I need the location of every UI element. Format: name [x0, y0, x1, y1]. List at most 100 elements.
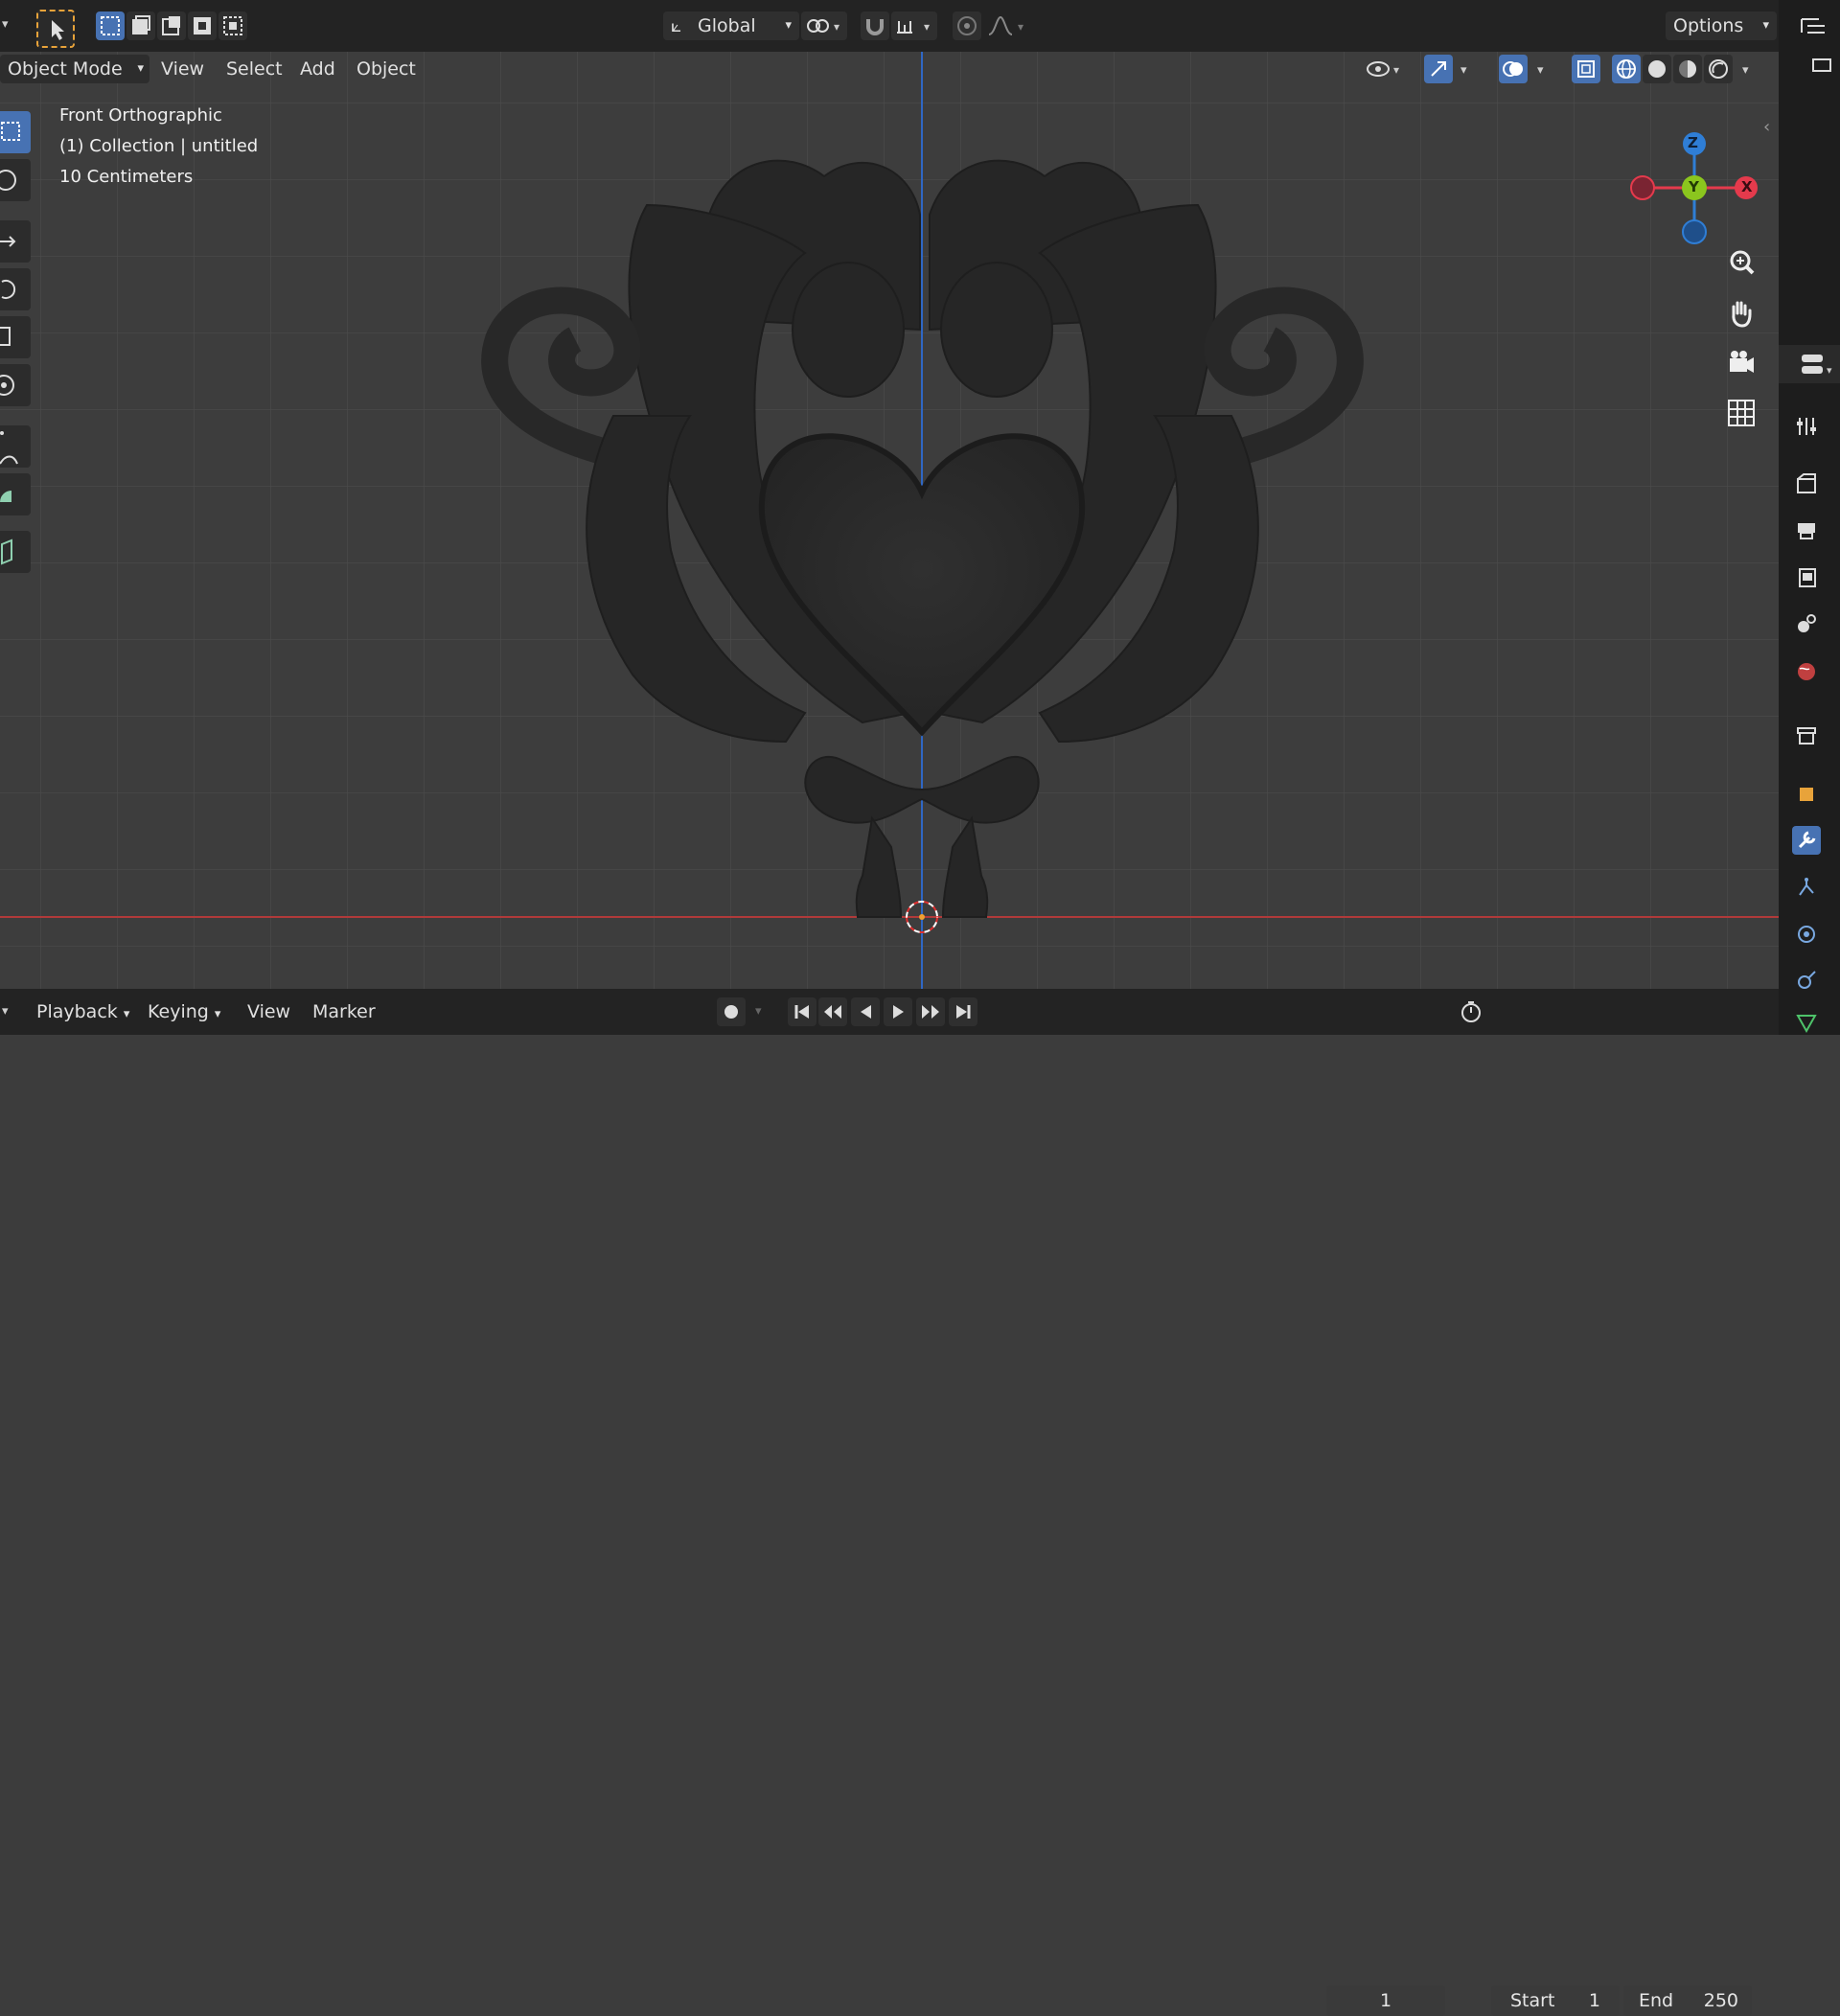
marker-menu[interactable]: Marker [305, 997, 383, 1026]
play-reverse-icon[interactable] [851, 997, 880, 1026]
jump-prev-keyframe-icon[interactable] [818, 997, 847, 1026]
timeline-view-menu[interactable]: View [240, 997, 298, 1026]
3d-viewport[interactable]: Front Orthographic (1) Collection | unti… [0, 52, 1779, 989]
grid-icon[interactable] [1723, 395, 1760, 431]
current-frame-field[interactable]: 1 [1326, 1985, 1445, 2016]
object-tab-icon[interactable] [1792, 780, 1821, 809]
editor-type-chevron-icon[interactable]: ▾ [2, 17, 9, 32]
playback-label: Playback [36, 1001, 118, 1022]
jump-end-icon[interactable] [949, 997, 978, 1026]
proportional-edit-icon[interactable] [953, 11, 981, 40]
jump-start-icon[interactable] [788, 997, 816, 1026]
cursor-select-icon[interactable] [36, 10, 75, 48]
chevron-down-icon[interactable]: ▾ [1742, 63, 1749, 78]
record-keyframe-icon[interactable] [717, 997, 746, 1026]
wireframe-shading-icon[interactable] [1612, 55, 1641, 83]
select-intersect-icon[interactable] [218, 11, 247, 40]
start-frame-field[interactable]: Start 1 [1491, 1985, 1620, 2016]
gizmo-x-label: X [1741, 178, 1753, 195]
scale-tool-icon[interactable] [0, 316, 31, 358]
end-frame-field[interactable]: End 250 [1623, 1985, 1752, 2016]
view-name-label: Front Orthographic [59, 105, 222, 126]
keying-menu[interactable]: Keying ▾ [140, 997, 228, 1026]
physics-tab-icon[interactable] [1792, 920, 1821, 949]
playback-menu[interactable]: Playback ▾ [29, 997, 137, 1026]
select-menu[interactable]: Select [218, 55, 290, 83]
svg-text:▾: ▾ [1393, 63, 1399, 77]
jump-next-keyframe-icon[interactable] [916, 997, 945, 1026]
falloff-curve-icon[interactable]: ▾ [985, 11, 1031, 40]
svg-text:▾: ▾ [1018, 20, 1024, 34]
zoom-icon[interactable] [1723, 245, 1760, 282]
solid-shading-icon[interactable] [1643, 55, 1671, 83]
output-tab-icon[interactable] [1792, 515, 1821, 544]
neg-z-axis-bubble [1682, 219, 1707, 244]
measure-tool-icon[interactable] [0, 473, 31, 515]
neg-x-axis-bubble [1630, 175, 1655, 200]
xray-toggle-icon[interactable] [1572, 55, 1600, 83]
select-extend-icon[interactable] [126, 11, 155, 40]
visibility-eye-icon[interactable]: ▾ [1365, 55, 1409, 83]
chevron-down-icon: ▾ [214, 1007, 221, 1021]
object-mode-dropdown[interactable]: Object Mode ▾ [0, 55, 150, 83]
data-tab-icon[interactable] [1792, 1008, 1821, 1037]
add-cube-tool-icon[interactable] [0, 531, 31, 573]
material-shading-icon[interactable] [1673, 55, 1702, 83]
end-label: End [1639, 1990, 1674, 2011]
world-tab-icon[interactable] [1792, 657, 1821, 686]
stopwatch-icon[interactable] [1457, 997, 1485, 1026]
annotate-tool-icon[interactable] [0, 425, 31, 468]
chevron-down-icon: ▾ [1762, 18, 1769, 33]
select-invert-icon[interactable] [188, 11, 217, 40]
sidebar-toggle-chevron-icon[interactable]: ‹ [1763, 117, 1770, 137]
transform-orientation-dropdown[interactable]: ⟀ Global ▾ [663, 11, 799, 40]
object-menu[interactable]: Object [349, 55, 424, 83]
tool-properties-tab-icon[interactable] [1792, 412, 1821, 441]
collection-tab-icon[interactable] [1792, 721, 1821, 749]
camera-icon[interactable] [1723, 345, 1760, 381]
view-layer-tab-icon[interactable] [1792, 563, 1821, 592]
scene-tab-icon[interactable] [1792, 609, 1821, 638]
chevron-down-icon: ▾ [123, 1007, 130, 1021]
pivot-point-icon[interactable]: ▾ [801, 11, 847, 40]
gizmo-z-label: Z [1688, 134, 1698, 151]
add-menu[interactable]: Add [292, 55, 343, 83]
overlays-toggle-icon[interactable] [1499, 55, 1528, 83]
particles-tab-icon[interactable] [1792, 874, 1821, 903]
play-icon[interactable] [884, 997, 912, 1026]
transform-tool-icon[interactable] [0, 364, 31, 406]
properties-editor-header[interactable]: ▾ [1779, 345, 1840, 383]
rendered-shading-icon[interactable] [1704, 55, 1733, 83]
gizmo-y-label: Y [1689, 178, 1699, 195]
select-box-tool[interactable] [0, 111, 31, 153]
view-menu[interactable]: View [153, 55, 212, 83]
rotate-tool-icon[interactable] [0, 268, 31, 310]
render-tab-icon[interactable] [1792, 470, 1821, 498]
gizmo-toggle-icon[interactable] [1424, 55, 1453, 83]
transform-orientation-label: Global [698, 15, 756, 36]
select-new-icon[interactable] [96, 11, 125, 40]
object-mode-label: Object Mode [8, 58, 123, 80]
chevron-down-icon[interactable]: ▾ [755, 1004, 762, 1019]
chevron-down-icon[interactable]: ▾ [1537, 63, 1544, 78]
editor-type-chevron-icon[interactable]: ▾ [2, 1004, 9, 1019]
hand-icon[interactable] [1723, 295, 1760, 332]
constraints-tab-icon[interactable] [1792, 966, 1821, 995]
select-subtract-icon[interactable] [157, 11, 186, 40]
options-dropdown[interactable]: Options ▾ [1666, 11, 1777, 40]
chevron-down-icon: ▾ [785, 18, 792, 33]
svg-text:▾: ▾ [834, 20, 840, 34]
filter-icon[interactable] [1807, 54, 1836, 77]
keying-label: Keying [148, 1001, 209, 1022]
move-tool-icon[interactable] [0, 220, 31, 263]
snap-increment-icon[interactable]: ▾ [891, 11, 937, 40]
snap-magnet-icon[interactable] [861, 11, 889, 40]
chevron-down-icon[interactable]: ▾ [1460, 63, 1467, 78]
cursor-tool-icon[interactable] [0, 159, 31, 201]
modifier-wrench-tab-icon[interactable] [1792, 826, 1821, 855]
end-value: 250 [1703, 1990, 1738, 2011]
collection-label: (1) Collection | untitled [59, 136, 259, 156]
viewport-grid [0, 52, 1779, 989]
outliner-icon[interactable] [1796, 11, 1830, 40]
scale-label: 10 Centimeters [59, 167, 194, 187]
